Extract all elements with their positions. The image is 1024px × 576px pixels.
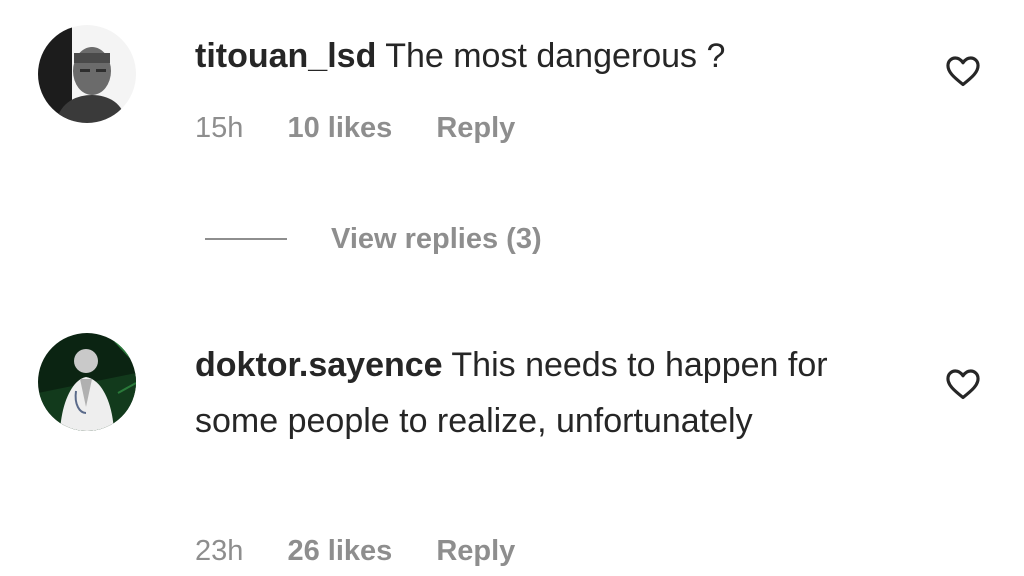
reply-button[interactable]: Reply (436, 535, 515, 568)
comment-item: titouan_lsd The most dangerous ? 15h 10 … (0, 0, 1024, 200)
user-avatar-icon (38, 25, 136, 123)
comment-username[interactable]: doktor.sayence (195, 346, 443, 384)
comment-meta: 23h 26 likes Reply (195, 535, 551, 568)
like-button[interactable] (944, 52, 982, 90)
comment-likes-count[interactable]: 10 likes (287, 112, 392, 145)
like-button[interactable] (944, 365, 982, 403)
view-replies-divider (205, 238, 287, 240)
comment-timestamp[interactable]: 15h (195, 112, 243, 145)
heart-outline-icon (946, 56, 980, 87)
comment-body: titouan_lsd The most dangerous ? (195, 28, 895, 84)
heart-outline-icon (946, 369, 980, 400)
comment-item: doktor.sayence This needs to happen for … (0, 320, 1024, 576)
comment-text: The most dangerous ? (385, 37, 726, 75)
comment-likes-count[interactable]: 26 likes (287, 535, 392, 568)
view-replies-label: View replies (3) (331, 222, 542, 255)
comment-body: doktor.sayence This needs to happen for … (195, 337, 895, 449)
user-avatar-icon (38, 333, 136, 431)
view-replies-button[interactable]: View replies (3) (205, 218, 542, 260)
reply-button[interactable]: Reply (436, 112, 515, 145)
avatar[interactable] (38, 25, 136, 123)
comment-meta: 15h 10 likes Reply (195, 112, 551, 145)
comment-username[interactable]: titouan_lsd (195, 37, 376, 75)
comment-timestamp[interactable]: 23h (195, 535, 243, 568)
avatar[interactable] (38, 333, 136, 431)
